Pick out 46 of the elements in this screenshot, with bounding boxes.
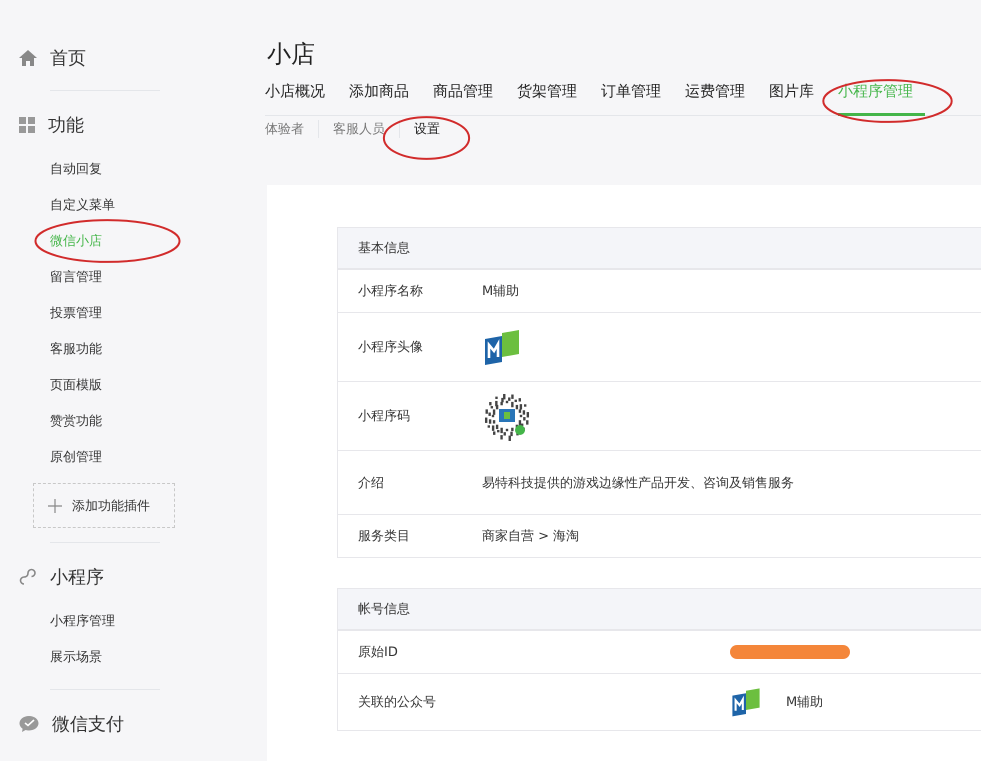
plus-icon [48,498,62,512]
row-value: 商家自营 > 海淘 [482,528,580,545]
tab[interactable]: 商品管理 [433,82,505,116]
sidebar-section-title[interactable]: 小程序 [50,565,104,589]
sidebar-item[interactable]: 赞赏功能 [50,412,102,430]
sidebar-item[interactable]: 客服功能 [50,340,102,358]
app-logo [482,327,522,367]
sidebar-section-title[interactable]: 功能 [48,113,84,137]
row-label: 原始ID [357,644,399,661]
sidebar-item[interactable]: 展示场景 [50,648,102,666]
sidebar-item[interactable]: 自定义菜单 [50,196,115,214]
sidebar-section-title[interactable]: 微信支付 [52,712,124,736]
sidebar-section-title[interactable]: 首页 [50,46,86,70]
row-label: 关联的公众号 [357,694,437,711]
row-value: M辅助 [482,283,520,300]
tab[interactable]: 订单管理 [601,82,673,116]
row-label: 小程序名称 [357,283,424,300]
tab[interactable]: 添加商品 [349,82,421,116]
sidebar-item[interactable]: 页面模版 [50,376,102,394]
sub-tab[interactable]: 客服人员 [318,120,399,138]
sidebar-item[interactable]: 留言管理 [50,268,102,286]
row-label: 小程序头像 [357,339,424,356]
grid-icon [18,116,36,134]
tab[interactable]: 货架管理 [517,82,589,116]
row-label: 小程序码 [357,408,411,425]
chat-icon [18,714,40,734]
qr-code [482,391,532,441]
row-label: 介绍 [357,474,385,492]
link-icon [18,568,38,586]
tab[interactable]: 运费管理 [685,82,757,116]
sidebar-item[interactable]: 自动回复 [50,160,102,178]
sidebar-item[interactable]: 小程序管理 [50,612,115,630]
add-plugin-button[interactable]: 添加功能插件 [33,483,175,528]
app-logo [730,686,762,718]
row-value: M辅助 [786,694,824,711]
table-header: 基本信息 [358,240,410,257]
sub-tab[interactable]: 体验者 [265,120,318,138]
row-value: 易特科技提供的游戏边缘性产品开发、咨询及销售服务 [482,474,794,492]
home-icon [18,49,38,67]
tab[interactable]: 图片库 [769,82,826,116]
table-header: 帐号信息 [358,601,410,618]
page-title: 小店 [266,39,316,70]
row-label: 服务类目 [357,528,411,545]
sidebar-item[interactable]: 投票管理 [50,304,102,322]
tab[interactable]: 小店概况 [265,82,337,116]
sidebar-item[interactable]: 原创管理 [50,448,102,466]
